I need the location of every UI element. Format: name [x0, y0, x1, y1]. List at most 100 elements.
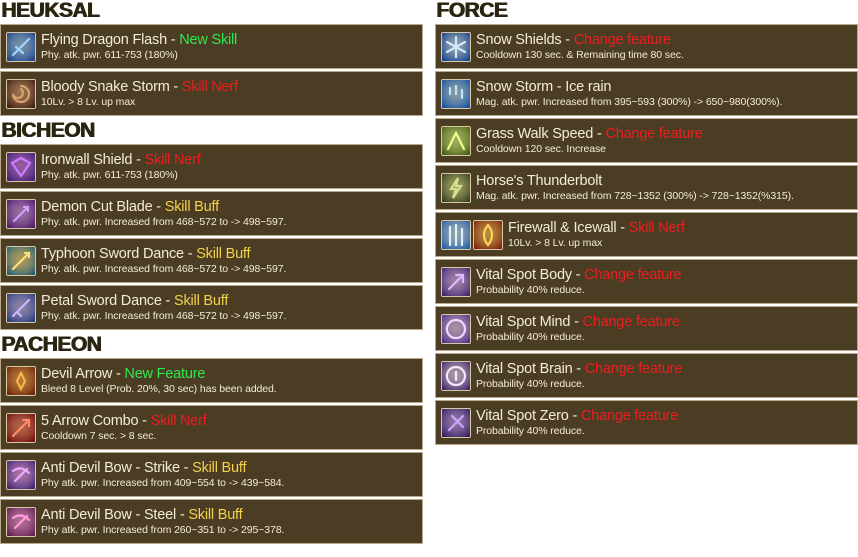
skill-title: Anti Devil Bow - Strike - Skill Buff [41, 459, 284, 476]
skill-text: Vital Spot Body - Change feature Probabil… [476, 267, 682, 296]
change-tag: New Skill [179, 31, 238, 48]
skill-text: Snow Shields - Change feature Cooldown 13… [476, 31, 684, 61]
skill-row: Firewall & Icewall - Skill Nerf 10Lv. > 8… [435, 212, 858, 257]
skill-icons [6, 365, 38, 396]
ironwall-shield-icon [6, 151, 36, 182]
skill-text: Snow Storm - Ice rain Mag. atk. pwr. Incr… [476, 78, 782, 108]
demon-blade-icon [6, 198, 36, 229]
skill-text: Firewall & Icewall - Skill Nerf 10Lv. > 8… [508, 219, 685, 249]
skill-row: Devil Arrow - New Feature Bleed 8 Level (… [0, 358, 423, 403]
skill-row: Snow Storm - Ice rain Mag. atk. pwr. Incr… [435, 71, 858, 116]
skill-description: Phy. atk. pwr. Increased from 468~572 to… [41, 216, 287, 228]
skill-name: Snow Shields - [476, 31, 574, 48]
skill-description: Phy. atk. pwr. Increased from 468~572 to… [41, 310, 287, 322]
skill-description: Probability 40% reduce. [476, 378, 585, 390]
change-tag: Change feature [573, 31, 671, 48]
skill-row: Anti Devil Bow - Steel - Skill Buff Phy a… [0, 499, 423, 544]
skill-text: Demon Cut Blade - Skill Buff Phy. atk. pw… [41, 198, 287, 228]
skill-title: Firewall & Icewall - Skill Nerf [508, 219, 685, 236]
skill-title: Bloody Snake Storm - Skill Nerf [41, 79, 238, 95]
skill-description: Phy. atk. pwr. Increased from 468~572 to… [41, 263, 287, 275]
skill-name: Anti Devil Bow - Strike - [41, 459, 193, 476]
right-column: FORCE Snow Shields - Change feature Coold… [435, 0, 858, 447]
skill-title: Devil Arrow - New Feature [41, 365, 277, 382]
skill-name: Vital Spot Mind - [476, 313, 583, 330]
skill-description: Phy. atk. pwr. 611-753 (180%) [41, 49, 178, 61]
change-tag: Skill Buff [192, 459, 247, 476]
skill-icons [441, 219, 505, 250]
skill-name: Snow Storm - Ice rain [476, 78, 612, 95]
skill-text: Vital Spot Brain - Change feature Probabi… [476, 361, 682, 390]
petal-sword-icon [6, 292, 36, 323]
skill-description: Phy atk. pwr. Increased from 409~554 to … [41, 477, 285, 489]
skill-name: Devil Arrow - [41, 365, 125, 382]
skill-icons [6, 412, 38, 443]
skill-text: Flying Dragon Flash - New Skill Phy. atk.… [41, 31, 238, 61]
change-tag: Skill Nerf [628, 219, 685, 236]
skill-title: Snow Shields - Change feature [476, 31, 684, 48]
dragon-flash-icon [6, 31, 36, 62]
skill-description: Bleed 8 Level (Prob. 20%, 30 sec) has be… [41, 383, 277, 395]
ice-rain-icon [441, 78, 471, 109]
skill-row: Bloody Snake Storm - Skill Nerf 10Lv. > 8… [0, 71, 423, 116]
vital-zero-icon [441, 407, 471, 438]
change-tag: Skill Buff [196, 245, 251, 262]
skill-row: Vital Spot Body - Change feature Probabil… [435, 259, 858, 304]
typhoon-sword-icon [6, 245, 36, 276]
firewall-icon [473, 219, 503, 250]
skill-text: Typhoon Sword Dance - Skill Buff Phy. atk… [41, 245, 287, 275]
change-tag: New Feature [124, 365, 206, 382]
skill-row: Snow Shields - Change feature Cooldown 13… [435, 24, 858, 69]
skill-title: Ironwall Shield - Skill Nerf [41, 151, 201, 168]
left-column: HEUKSAL Flying Dragon Flash - New Skill P… [0, 0, 423, 546]
change-tag: Skill Buff [188, 506, 243, 523]
skill-description: 10Lv. > 8 Lv. up max [41, 96, 136, 108]
skill-text: Anti Devil Bow - Strike - Skill Buff Phy … [41, 459, 285, 489]
bow-steel-icon [6, 506, 36, 537]
skill-name: Demon Cut Blade - [41, 198, 165, 215]
skill-description: Phy. atk. pwr. 611-753 (180%) [41, 169, 178, 181]
skill-row: Ironwall Shield - Skill Nerf Phy. atk. pw… [0, 144, 423, 189]
skill-description: Probability 40% reduce. [476, 284, 585, 296]
skill-row: Vital Spot Brain - Change feature Probabi… [435, 353, 858, 398]
skill-row: Anti Devil Bow - Strike - Skill Buff Phy … [0, 452, 423, 497]
section-heading-force: FORCE [436, 0, 508, 22]
skill-icons [441, 407, 473, 438]
skill-row: Flying Dragon Flash - New Skill Phy. atk.… [0, 24, 423, 69]
skill-description: 10Lv. > 8 Lv. up max [508, 237, 603, 249]
skill-icons [6, 31, 38, 62]
section-heading-heuksal: HEUKSAL [1, 0, 100, 22]
skill-title: Flying Dragon Flash - New Skill [41, 31, 238, 48]
skill-title: Horse's Thunderbolt [476, 173, 794, 189]
skill-icons [6, 78, 38, 109]
skill-text: Ironwall Shield - Skill Nerf Phy. atk. pw… [41, 151, 201, 181]
skill-description: Probability 40% reduce. [476, 331, 585, 343]
grass-walk-icon [441, 125, 471, 156]
skill-description: Phy atk. pwr. Increased from 260~351 to … [41, 524, 285, 536]
skill-text: Vital Spot Mind - Change feature Probabil… [476, 313, 680, 343]
skill-icons [441, 78, 473, 109]
skill-row: Petal Sword Dance - Skill Buff Phy. atk. … [0, 285, 423, 330]
skill-title: Vital Spot Mind - Change feature [476, 313, 680, 330]
skill-icons [441, 313, 473, 344]
skill-icons [441, 125, 473, 156]
section-heading-pacheon: PACHEON [1, 333, 101, 356]
skill-title: Anti Devil Bow - Steel - Skill Buff [41, 506, 284, 523]
section-heading-bicheon: BICHEON [1, 119, 95, 142]
skill-name: 5 Arrow Combo - [41, 412, 151, 429]
skill-icons [441, 266, 473, 297]
skill-text: 5 Arrow Combo - Skill Nerf Cooldown 7 sec… [41, 412, 207, 442]
skill-row: Demon Cut Blade - Skill Buff Phy. atk. pw… [0, 191, 423, 236]
skill-description: Cooldown 130 sec. & Remaining time 80 se… [476, 49, 684, 61]
snow-shield-icon [441, 31, 471, 62]
skill-title: 5 Arrow Combo - Skill Nerf [41, 412, 207, 429]
skill-name: Flying Dragon Flash - [41, 31, 180, 48]
skill-title: Petal Sword Dance - Skill Buff [41, 293, 286, 309]
skill-row: Vital Spot Zero - Change feature Probabil… [435, 400, 858, 445]
change-tag: Skill Nerf [144, 151, 201, 168]
vital-body-icon [441, 266, 471, 297]
skill-title: Grass Walk Speed - Change feature [476, 126, 703, 142]
change-tag: Change feature [582, 313, 680, 330]
skill-title: Vital Spot Zero - Change feature [476, 408, 678, 424]
skill-title: Vital Spot Brain - Change feature [476, 361, 682, 377]
